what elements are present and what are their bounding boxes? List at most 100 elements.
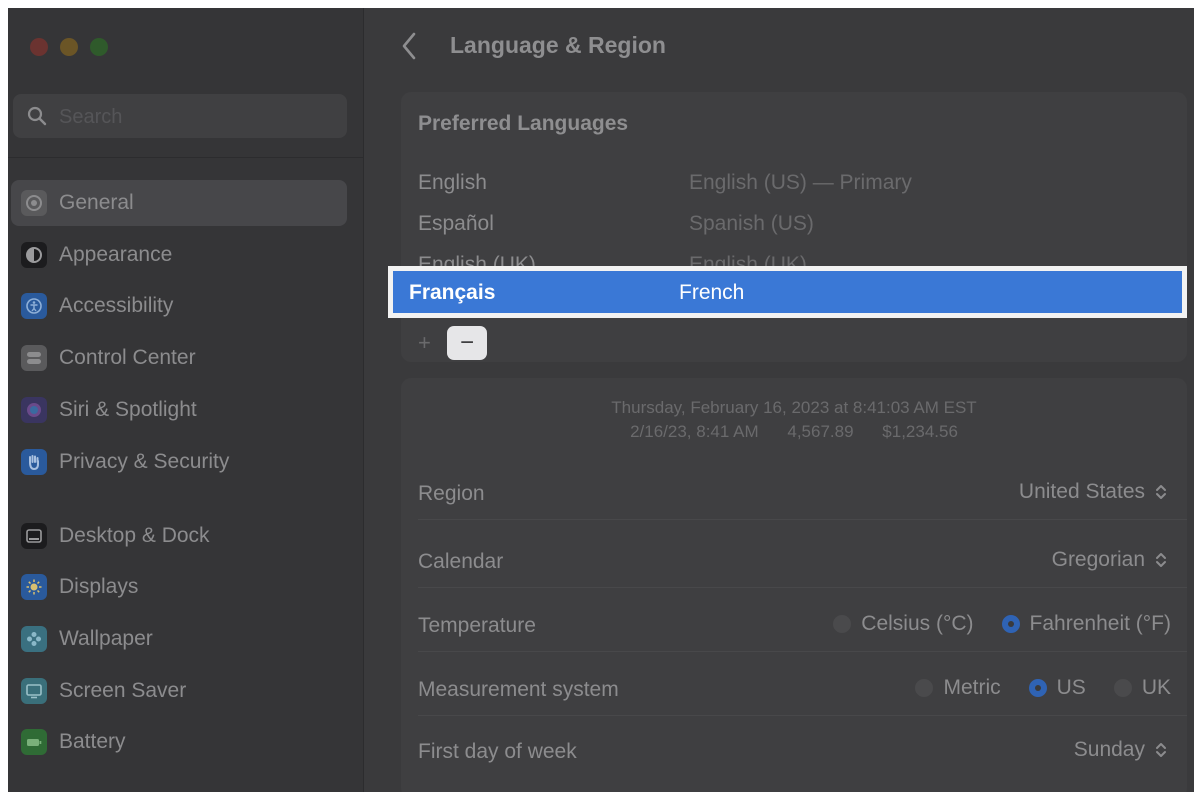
language-name: Español [418, 212, 494, 235]
dock-icon [21, 523, 47, 549]
sidebar-item-battery[interactable]: Battery [11, 719, 347, 765]
chevron-up-down-icon [1156, 553, 1166, 567]
minimize-window-button[interactable] [60, 38, 78, 56]
sidebar-item-label: Battery [59, 730, 126, 753]
language-name: Français [409, 281, 496, 304]
control-center-icon [21, 345, 47, 371]
appearance-icon [21, 242, 47, 268]
calendar-popup[interactable]: Gregorian [1052, 548, 1167, 572]
sidebar-item-label: Control Center [59, 346, 196, 369]
calendar-value: Gregorian [1051, 548, 1145, 571]
sample-date: 2/16/23, 8:41 AM [630, 422, 759, 441]
sidebar-item-general[interactable]: General [11, 180, 347, 226]
temperature-label: Temperature [418, 614, 536, 637]
sidebar-item-desktop-dock[interactable]: Desktop & Dock [11, 513, 347, 559]
hand-icon [21, 449, 47, 475]
sidebar-item-control-center[interactable]: Control Center [11, 335, 347, 381]
row-divider [418, 587, 1187, 588]
search-field[interactable] [13, 94, 347, 138]
radio-button[interactable] [833, 615, 852, 633]
sidebar-item-label: Privacy & Security [59, 450, 230, 473]
sample-currency: $1,234.56 [882, 422, 958, 441]
settings-window: General Appearance Accessibility Control… [8, 8, 1194, 792]
date-format-sample: Thursday, February 16, 2023 at 8:41:03 A… [611, 398, 977, 417]
back-button[interactable] [398, 30, 422, 62]
sidebar-item-siri-spotlight[interactable]: Siri & Spotlight [11, 387, 347, 433]
fahrenheit-option[interactable]: Fahrenheit (°F) [1001, 612, 1171, 636]
content-pane: Language & Region Preferred Languages En… [364, 8, 1194, 792]
calendar-row: Calendar Gregorian [401, 538, 1187, 588]
sidebar-item-label: Accessibility [59, 294, 174, 317]
radio-button[interactable] [915, 679, 934, 697]
radio-label: Celsius (°C) [861, 612, 974, 635]
radio-button-selected[interactable] [1028, 679, 1047, 697]
metric-option[interactable]: Metric [915, 676, 1001, 700]
sidebar-item-displays[interactable]: Displays [11, 564, 347, 610]
window-controls [30, 38, 108, 56]
sidebar-item-label: Wallpaper [59, 627, 153, 650]
row-divider [418, 519, 1187, 520]
add-language-button[interactable]: + [418, 330, 431, 356]
sidebar-item-label: Siri & Spotlight [59, 398, 197, 421]
region-settings-card: Thursday, February 16, 2023 at 8:41:03 A… [401, 378, 1187, 792]
first-day-row: First day of week Sunday [401, 728, 1187, 778]
sidebar-item-label: Displays [59, 575, 139, 598]
sidebar-item-label: General [59, 191, 134, 214]
search-input[interactable] [57, 102, 321, 132]
language-description: French [679, 281, 745, 304]
radio-label: UK [1141, 676, 1171, 699]
language-description: English (US) — Primary [689, 171, 912, 194]
language-row[interactable]: English English (US) — Primary [418, 165, 1178, 201]
sidebar-divider [8, 157, 363, 158]
remove-language-button[interactable]: − [447, 326, 487, 360]
zoom-window-button[interactable] [90, 38, 108, 56]
region-row: Region United States [401, 470, 1187, 520]
sidebar-item-wallpaper[interactable]: Wallpaper [11, 616, 347, 662]
sidebar-item-label: Desktop & Dock [59, 524, 210, 547]
sample-number: 4,567.89 [787, 422, 854, 441]
language-name: English [418, 171, 487, 194]
first-day-value: Sunday [1073, 738, 1145, 761]
screen-saver-icon [21, 678, 47, 704]
siri-icon [21, 397, 47, 423]
row-divider [418, 651, 1187, 652]
first-day-label: First day of week [418, 740, 577, 763]
accessibility-icon [21, 293, 47, 319]
temperature-radio-group: Celsius (°C) Fahrenheit (°F) [833, 612, 1171, 636]
sidebar-item-label: Screen Saver [59, 679, 187, 702]
chevron-up-down-icon [1156, 485, 1166, 499]
language-row[interactable]: Español Spanish (US) [418, 206, 1178, 242]
row-divider [418, 715, 1187, 716]
uk-option[interactable]: UK [1113, 676, 1171, 700]
radio-button-selected[interactable] [1001, 615, 1020, 633]
close-window-button[interactable] [30, 38, 48, 56]
first-day-popup[interactable]: Sunday [1074, 738, 1167, 762]
number-format-sample: 2/16/23, 8:41 AM 4,567.89 $1,234.56 [401, 422, 1187, 442]
language-row-selected[interactable]: Français French [388, 266, 1187, 318]
region-popup[interactable]: United States [1019, 480, 1167, 504]
radio-label: Fahrenheit (°F) [1029, 612, 1171, 635]
measurement-row: Measurement system Metric US UK [401, 666, 1187, 716]
us-option[interactable]: US [1028, 676, 1086, 700]
measurement-label: Measurement system [418, 678, 619, 701]
sidebar-item-accessibility[interactable]: Accessibility [11, 283, 347, 329]
sun-icon [21, 574, 47, 600]
sidebar: General Appearance Accessibility Control… [8, 8, 364, 792]
radio-button[interactable] [1113, 679, 1132, 697]
celsius-option[interactable]: Celsius (°C) [833, 612, 974, 636]
section-title: Preferred Languages [418, 112, 629, 135]
sidebar-item-screen-saver[interactable]: Screen Saver [11, 668, 347, 714]
search-icon [27, 106, 47, 131]
sidebar-item-privacy-security[interactable]: Privacy & Security [11, 439, 347, 485]
radio-label: Metric [943, 676, 1001, 699]
battery-icon [21, 729, 47, 755]
page-title: Language & Region [450, 32, 666, 58]
sidebar-item-appearance[interactable]: Appearance [11, 232, 347, 278]
measurement-radio-group: Metric US UK [915, 676, 1171, 700]
calendar-label: Calendar [418, 550, 504, 573]
region-label: Region [418, 482, 485, 505]
radio-label: US [1056, 676, 1086, 699]
sidebar-item-label: Appearance [59, 243, 173, 266]
preferred-languages-card: Preferred Languages English English (US)… [401, 92, 1187, 362]
chevron-up-down-icon [1156, 743, 1166, 757]
